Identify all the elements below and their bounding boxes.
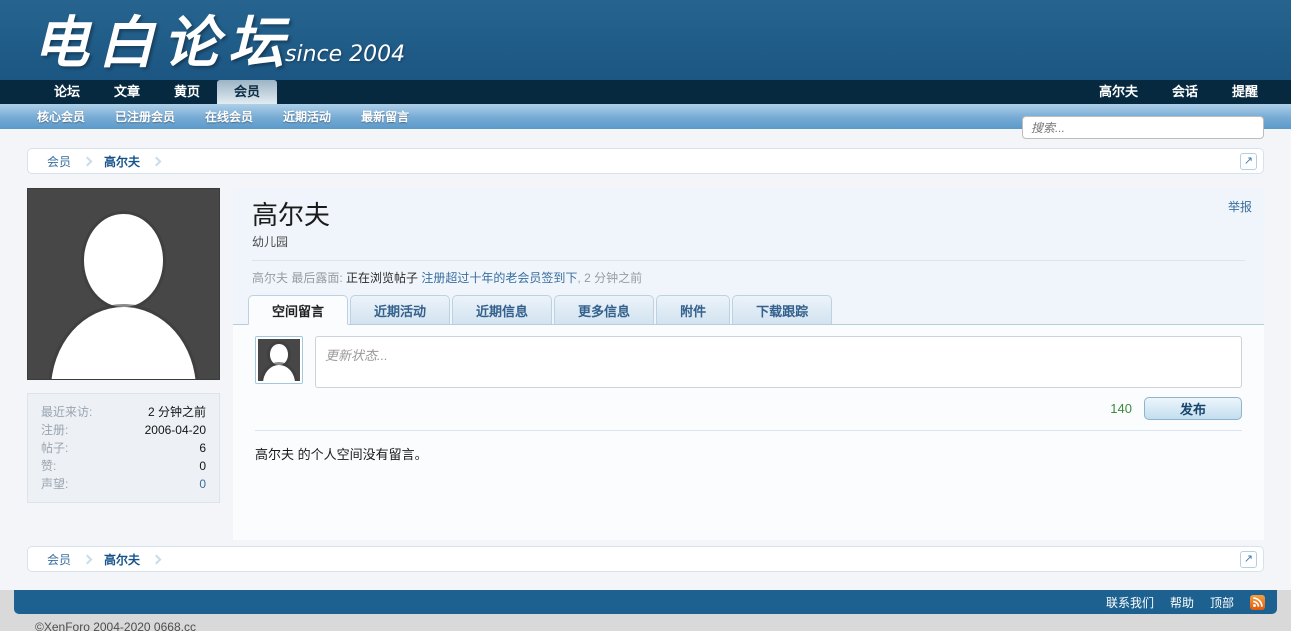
tab-profile-posts[interactable]: 空间留言 [248, 295, 348, 325]
breadcrumb-user[interactable]: 高尔夫 [93, 153, 151, 170]
stat-value: 2 分钟之前 [148, 403, 206, 421]
footer-bar: 联系我们 帮助 顶部 [14, 590, 1277, 614]
stat-label: 赞: [41, 457, 56, 475]
profile-posts-pane: 140 发布 高尔夫 的个人空间没有留言。 [233, 325, 1264, 540]
profile-tabs: 空间留言 近期活动 近期信息 更多信息 附件 下载跟踪 [233, 295, 1264, 325]
subnav-online-members[interactable]: 在线会员 [205, 108, 253, 125]
stat-value: 6 [199, 439, 206, 457]
status-thread-link[interactable]: 注册超过十年的老会员签到下 [421, 271, 577, 285]
tab-attachments[interactable]: 附件 [656, 295, 730, 324]
profile-header: 举报 高尔夫 幼儿园 高尔夫 最后露面: 正在浏览帖子 注册超过十年的老会员签到… [233, 188, 1264, 295]
stat-messages: 帖子: 6 [41, 439, 206, 457]
chevron-right-icon [83, 554, 93, 564]
footer-top-link[interactable]: 顶部 [1210, 594, 1234, 611]
sub-navbar: 核心会员 已注册会员 在线会员 近期活动 最新留言 [0, 104, 1291, 129]
avatar-silhouette-icon [84, 214, 162, 307]
nav-tab-articles[interactable]: 文章 [97, 80, 157, 104]
stat-last-seen: 最近来访: 2 分钟之前 [41, 403, 206, 421]
report-link[interactable]: 举报 [1228, 198, 1252, 215]
rss-icon [1252, 597, 1263, 608]
logo-tagline: since 2004 [285, 42, 405, 67]
subnav-registered-members[interactable]: 已注册会员 [115, 108, 175, 125]
subnav-notable-members[interactable]: 核心会员 [37, 108, 85, 125]
tab-recent-activity[interactable]: 近期活动 [350, 295, 450, 324]
profile-main: 举报 高尔夫 幼儿园 高尔夫 最后露面: 正在浏览帖子 注册超过十年的老会员签到… [233, 188, 1264, 540]
avatar-silhouette-icon [270, 344, 287, 365]
site-logo[interactable]: 电白论坛 [33, 0, 293, 79]
post-button[interactable]: 发布 [1144, 397, 1242, 420]
stat-value[interactable]: 0 [199, 475, 206, 493]
member-user-title: 幼儿园 [252, 233, 1245, 250]
site-header: 电白论坛 since 2004 [0, 0, 1291, 80]
chevron-right-icon [152, 156, 162, 166]
nav-tab-forums[interactable]: 论坛 [37, 80, 97, 104]
tab-downloads[interactable]: 下载跟踪 [732, 295, 832, 324]
stat-joined: 注册: 2006-04-20 [41, 421, 206, 439]
breadcrumb-members[interactable]: 会员 [36, 153, 82, 170]
member-name: 高尔夫 [252, 200, 1245, 230]
jump-menu-button[interactable]: ↗ [1240, 153, 1257, 170]
stat-trophy-points: 声望: 0 [41, 475, 206, 493]
tab-information[interactable]: 更多信息 [554, 295, 654, 324]
breadcrumb: 会员 高尔夫 ↗ [27, 148, 1264, 174]
stat-likes: 赞: 0 [41, 457, 206, 475]
search-box[interactable] [1022, 116, 1264, 139]
status-activity: 正在浏览帖子 [346, 271, 418, 285]
subnav-recent-activity[interactable]: 近期活动 [283, 108, 331, 125]
stat-value: 2006-04-20 [145, 421, 206, 439]
stat-label: 帖子: [41, 439, 68, 457]
chevron-right-icon [152, 554, 162, 564]
navbar-user-area: 高尔夫 会话 提醒 [1082, 80, 1291, 104]
nav-account-link[interactable]: 高尔夫 [1082, 80, 1155, 104]
tab-postings[interactable]: 近期信息 [452, 295, 552, 324]
avatar-silhouette-icon [258, 339, 300, 381]
status-time: , 2 分钟之前 [577, 271, 642, 285]
rss-icon[interactable] [1250, 595, 1265, 610]
status-user: 高尔夫 [252, 271, 288, 285]
empty-profile-message: 高尔夫 的个人空间没有留言。 [255, 444, 1242, 463]
member-stats: 最近来访: 2 分钟之前 注册: 2006-04-20 帖子: 6 赞: 0 声… [27, 393, 220, 503]
char-counter: 140 [1110, 401, 1132, 416]
stat-label: 声望: [41, 475, 68, 493]
breadcrumb-bottom: 会员 高尔夫 ↗ [27, 546, 1264, 572]
status-composer [255, 336, 1242, 388]
nav-conversations-link[interactable]: 会话 [1155, 80, 1215, 104]
member-status-line: 高尔夫 最后露面: 正在浏览帖子 注册超过十年的老会员签到下, 2 分钟之前 [252, 260, 1245, 295]
footer-help-link[interactable]: 帮助 [1170, 594, 1194, 611]
divider [255, 430, 1242, 431]
stat-label: 最近来访: [41, 403, 92, 421]
composer-actions: 140 发布 [255, 397, 1242, 420]
content-panel: 会员 高尔夫 ↗ 最近来访: 2 分钟之前 注册: 2006-04-20 [0, 129, 1291, 590]
composer-avatar[interactable] [255, 336, 303, 384]
status-update-input[interactable] [315, 336, 1242, 388]
stat-value: 0 [199, 457, 206, 475]
nav-tab-members[interactable]: 会员 [217, 80, 277, 104]
jump-menu-button[interactable]: ↗ [1240, 551, 1257, 568]
member-profile: 最近来访: 2 分钟之前 注册: 2006-04-20 帖子: 6 赞: 0 声… [27, 188, 1264, 540]
avatar-silhouette-icon [51, 307, 196, 380]
main-navbar: 论坛 文章 黄页 会员 高尔夫 会话 提醒 [0, 80, 1291, 104]
breadcrumb-user[interactable]: 高尔夫 [93, 551, 151, 568]
nav-alerts-link[interactable]: 提醒 [1215, 80, 1275, 104]
subnav-latest-comments[interactable]: 最新留言 [361, 108, 409, 125]
footer-contact-link[interactable]: 联系我们 [1106, 594, 1154, 611]
breadcrumb-members[interactable]: 会员 [36, 551, 82, 568]
avatar-silhouette-icon [263, 365, 295, 381]
status-label: 最后露面: [291, 271, 342, 285]
profile-sidebar: 最近来访: 2 分钟之前 注册: 2006-04-20 帖子: 6 赞: 0 声… [27, 188, 220, 540]
search-input[interactable] [1031, 121, 1255, 135]
stat-label: 注册: [41, 421, 68, 439]
nav-tab-pages[interactable]: 黄页 [157, 80, 217, 104]
chevron-right-icon [83, 156, 93, 166]
avatar[interactable] [27, 188, 220, 380]
copyright-text: ©XenForo 2004-2020 0668.cc [0, 614, 1291, 631]
